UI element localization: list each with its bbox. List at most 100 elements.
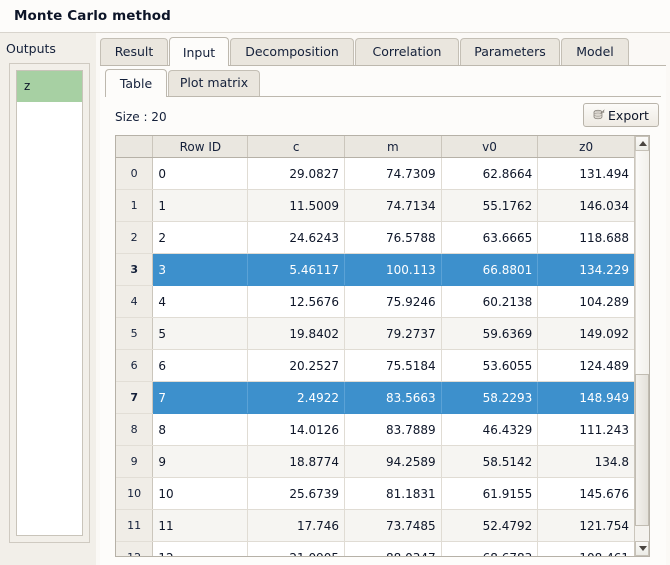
- table-row[interactable]: 1 1 11.5009 74.7134 55.1762 146.034: [116, 189, 635, 222]
- cell-v0[interactable]: 55.1762: [441, 189, 539, 222]
- table-row[interactable]: 11 11 17.746 73.7485 52.4792 121.754: [116, 509, 635, 542]
- cell-m[interactable]: 81.1831: [344, 477, 442, 510]
- tab-input[interactable]: Input: [169, 37, 229, 66]
- row-header[interactable]: 0: [116, 157, 154, 190]
- cell-z0[interactable]: 111.243: [537, 413, 635, 446]
- cell-z0[interactable]: 104.289: [537, 285, 635, 318]
- header-column-c[interactable]: c: [247, 136, 346, 158]
- table-vertical-scrollbar[interactable]: [634, 136, 649, 556]
- row-header[interactable]: 2: [116, 221, 154, 254]
- row-header[interactable]: 7: [116, 381, 154, 414]
- cell-z0[interactable]: 134.229: [537, 253, 635, 286]
- cell-c[interactable]: 12.5676: [247, 285, 346, 318]
- cell-c[interactable]: 18.8774: [247, 445, 346, 478]
- row-header[interactable]: 3: [116, 253, 154, 286]
- cell-v0[interactable]: 58.2293: [441, 381, 539, 414]
- table-row[interactable]: 6 6 20.2527 75.5184 53.6055 124.489: [116, 349, 635, 382]
- cell-v0[interactable]: 60.2138: [441, 285, 539, 318]
- cell-m[interactable]: 75.5184: [344, 349, 442, 382]
- header-column-z0[interactable]: z0: [537, 136, 635, 158]
- cell-row-id[interactable]: 12: [152, 541, 249, 556]
- cell-z0[interactable]: 121.754: [537, 509, 635, 542]
- header-column-m[interactable]: m: [344, 136, 442, 158]
- export-button[interactable]: Export: [583, 103, 659, 127]
- cell-m[interactable]: 83.5663: [344, 381, 442, 414]
- cell-m[interactable]: 100.113: [344, 253, 442, 286]
- cell-c[interactable]: 20.2527: [247, 349, 346, 382]
- cell-c[interactable]: 25.6739: [247, 477, 346, 510]
- header-row-id[interactable]: Row ID: [152, 136, 249, 158]
- cell-z0[interactable]: 134.8: [537, 445, 635, 478]
- cell-row-id[interactable]: 6: [152, 349, 249, 382]
- cell-row-id[interactable]: 7: [152, 381, 249, 414]
- table-row[interactable]: 0 0 29.0827 74.7309 62.8664 131.494: [116, 157, 635, 190]
- cell-v0[interactable]: 66.8801: [441, 253, 539, 286]
- cell-v0[interactable]: 59.6369: [441, 317, 539, 350]
- cell-row-id[interactable]: 8: [152, 413, 249, 446]
- cell-z0[interactable]: 124.489: [537, 349, 635, 382]
- cell-v0[interactable]: 52.4792: [441, 509, 539, 542]
- subtab-table[interactable]: Table: [105, 69, 167, 97]
- cell-z0[interactable]: 149.092: [537, 317, 635, 350]
- row-header[interactable]: 8: [116, 413, 154, 446]
- cell-z0[interactable]: 118.688: [537, 221, 635, 254]
- cell-z0[interactable]: 148.949: [537, 381, 635, 414]
- cell-v0[interactable]: 61.9155: [441, 477, 539, 510]
- header-column-v0[interactable]: v0: [441, 136, 539, 158]
- scrollbar-up-button[interactable]: [635, 136, 649, 151]
- row-header[interactable]: 12: [116, 541, 154, 556]
- cell-row-id[interactable]: 1: [152, 189, 249, 222]
- table-row[interactable]: 121221.090588.034768.6783108.461: [116, 541, 635, 556]
- cell-m[interactable]: 74.7134: [344, 189, 442, 222]
- cell-m[interactable]: 88.0347: [344, 541, 442, 556]
- cell-v0[interactable]: 68.6783: [441, 541, 539, 556]
- cell-c[interactable]: 19.8402: [247, 317, 346, 350]
- cell-m[interactable]: 74.7309: [344, 157, 442, 190]
- cell-m[interactable]: 75.9246: [344, 285, 442, 318]
- input-data-table[interactable]: Row ID c m v0 z0 0 0 29.0827 74.7309 62.8664…: [115, 135, 650, 557]
- table-row[interactable]: 2 2 24.6243 76.5788 63.6665 118.688: [116, 221, 635, 254]
- cell-row-id[interactable]: 9: [152, 445, 249, 478]
- cell-z0[interactable]: 131.494: [537, 157, 635, 190]
- cell-m[interactable]: 94.2589: [344, 445, 442, 478]
- cell-c[interactable]: 14.0126: [247, 413, 346, 446]
- cell-c[interactable]: 21.0905: [247, 541, 346, 556]
- tab-model[interactable]: Model: [561, 38, 629, 65]
- tab-result[interactable]: Result: [100, 38, 168, 65]
- cell-row-id[interactable]: 0: [152, 157, 249, 190]
- outputs-list[interactable]: z: [16, 70, 83, 536]
- cell-m[interactable]: 73.7485: [344, 509, 442, 542]
- table-row[interactable]: 5 5 19.8402 79.2737 59.6369 149.092: [116, 317, 635, 350]
- row-header[interactable]: 6: [116, 349, 154, 382]
- scrollbar-track[interactable]: [635, 151, 649, 374]
- table-row[interactable]: 4 4 12.5676 75.9246 60.2138 104.289: [116, 285, 635, 318]
- cell-row-id[interactable]: 10: [152, 477, 249, 510]
- cell-c[interactable]: 17.746: [247, 509, 346, 542]
- cell-v0[interactable]: 63.6665: [441, 221, 539, 254]
- tab-decomposition[interactable]: Decomposition: [230, 38, 354, 65]
- scrollbar-thumb[interactable]: [635, 374, 649, 526]
- cell-c[interactable]: 24.6243: [247, 221, 346, 254]
- row-header[interactable]: 5: [116, 317, 154, 350]
- cell-row-id[interactable]: 5: [152, 317, 249, 350]
- cell-row-id[interactable]: 3: [152, 253, 249, 286]
- cell-c[interactable]: 29.0827: [247, 157, 346, 190]
- cell-row-id[interactable]: 11: [152, 509, 249, 542]
- cell-row-id[interactable]: 2: [152, 221, 249, 254]
- cell-z0[interactable]: 146.034: [537, 189, 635, 222]
- cell-v0[interactable]: 46.4329: [441, 413, 539, 446]
- header-corner[interactable]: [116, 136, 154, 158]
- cell-c[interactable]: 11.5009: [247, 189, 346, 222]
- cell-v0[interactable]: 58.5142: [441, 445, 539, 478]
- tab-correlation[interactable]: Correlation: [355, 38, 459, 65]
- cell-z0[interactable]: 145.676: [537, 477, 635, 510]
- cell-v0[interactable]: 53.6055: [441, 349, 539, 382]
- row-header[interactable]: 11: [116, 509, 154, 542]
- table-row[interactable]: 7 7 2.4922 83.5663 58.2293 148.949: [116, 381, 635, 414]
- table-row[interactable]: 8 8 14.0126 83.7889 46.4329 111.243: [116, 413, 635, 446]
- cell-m[interactable]: 76.5788: [344, 221, 442, 254]
- cell-c[interactable]: 2.4922: [247, 381, 346, 414]
- cell-row-id[interactable]: 4: [152, 285, 249, 318]
- table-row[interactable]: 9 9 18.8774 94.2589 58.5142 134.8: [116, 445, 635, 478]
- table-row[interactable]: 3 3 5.46117 100.113 66.8801 134.229: [116, 253, 635, 286]
